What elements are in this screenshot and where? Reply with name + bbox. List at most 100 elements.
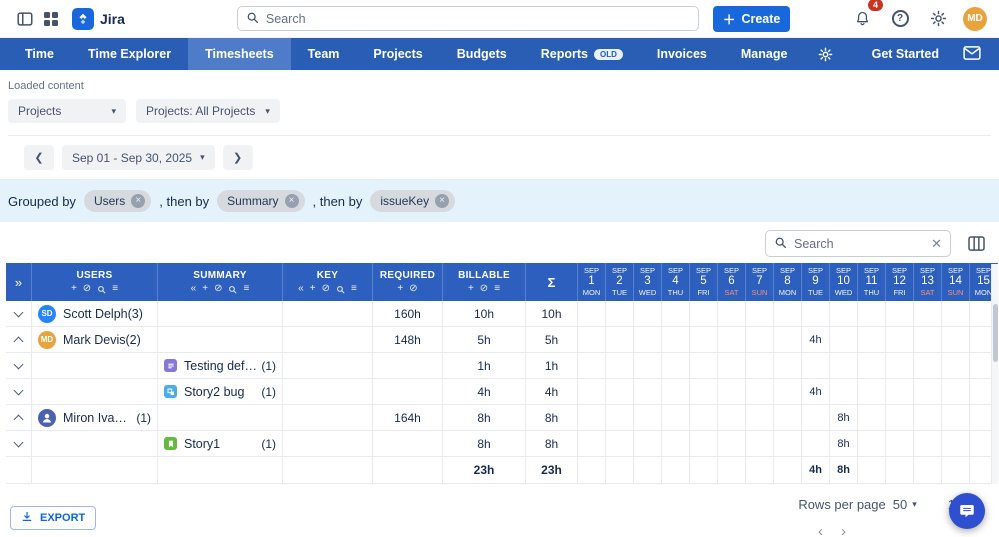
- chip-remove-icon[interactable]: ×: [285, 194, 299, 208]
- day-cell[interactable]: [942, 457, 970, 483]
- day-cell[interactable]: [774, 301, 802, 326]
- day-cell[interactable]: [606, 379, 634, 404]
- day-cell[interactable]: [858, 457, 886, 483]
- notifications-bell-icon[interactable]: 4: [849, 6, 875, 32]
- day-cell[interactable]: [606, 301, 634, 326]
- global-search-input[interactable]: Search: [237, 6, 699, 31]
- plus-icon[interactable]: +: [397, 284, 403, 294]
- day-cell[interactable]: [690, 379, 718, 404]
- day-cell[interactable]: [830, 353, 858, 378]
- day-cell[interactable]: [690, 327, 718, 352]
- plus-icon[interactable]: +: [310, 284, 316, 294]
- sort-icon[interactable]: ≡: [112, 284, 118, 294]
- day-cell[interactable]: [886, 457, 914, 483]
- day-cell[interactable]: [830, 327, 858, 352]
- navbar-gear-icon[interactable]: [804, 38, 847, 70]
- period-range-picker[interactable]: Sep 01 - Sep 30, 2025 ▾: [62, 145, 215, 170]
- day-cell[interactable]: [774, 379, 802, 404]
- search-icon[interactable]: [336, 285, 345, 294]
- nav-item-time[interactable]: Time: [8, 38, 71, 70]
- day-cell[interactable]: [830, 301, 858, 326]
- day-cell[interactable]: [802, 431, 830, 456]
- mail-icon[interactable]: [963, 46, 981, 63]
- day-cell[interactable]: [746, 431, 774, 456]
- day-cell[interactable]: [746, 457, 774, 483]
- day-cell[interactable]: [914, 405, 942, 430]
- previous-page-icon[interactable]: ‹: [818, 523, 823, 537]
- day-cell[interactable]: [634, 431, 662, 456]
- day-cell[interactable]: [914, 301, 942, 326]
- eye-off-icon[interactable]: ⊘: [322, 284, 330, 294]
- day-cell[interactable]: [662, 431, 690, 456]
- nav-item-budgets[interactable]: Budgets: [440, 38, 524, 70]
- day-cell[interactable]: [942, 379, 970, 404]
- day-cell[interactable]: [858, 301, 886, 326]
- sidebar-toggle-icon[interactable]: [12, 6, 38, 32]
- day-cell[interactable]: [634, 379, 662, 404]
- day-cell[interactable]: [942, 327, 970, 352]
- day-cell[interactable]: [662, 405, 690, 430]
- day-cell[interactable]: [886, 431, 914, 456]
- day-cell[interactable]: [830, 379, 858, 404]
- day-cell[interactable]: [606, 405, 634, 430]
- day-cell[interactable]: [802, 353, 830, 378]
- scrollbar-thumb[interactable]: [993, 304, 998, 362]
- group-chip-summary[interactable]: Summary×: [217, 190, 304, 212]
- vertical-scrollbar[interactable]: [991, 264, 998, 484]
- day-cell[interactable]: [774, 405, 802, 430]
- jira-logo-icon[interactable]: [72, 8, 94, 30]
- day-cell[interactable]: [634, 301, 662, 326]
- day-cell[interactable]: [942, 353, 970, 378]
- day-cell[interactable]: 4h: [802, 327, 830, 352]
- column-settings-icon[interactable]: [963, 231, 989, 257]
- day-cell[interactable]: [578, 301, 606, 326]
- day-cell[interactable]: [606, 431, 634, 456]
- day-cell[interactable]: [578, 457, 606, 483]
- next-period-button[interactable]: ❯: [223, 145, 253, 170]
- row-expand-toggle[interactable]: [6, 327, 32, 352]
- expand-all-icon[interactable]: »: [15, 275, 22, 290]
- day-cell[interactable]: [718, 379, 746, 404]
- sort-icon[interactable]: ≡: [494, 284, 500, 294]
- day-cell[interactable]: [914, 353, 942, 378]
- plus-icon[interactable]: +: [202, 284, 208, 294]
- day-cell[interactable]: [606, 457, 634, 483]
- day-cell[interactable]: [802, 301, 830, 326]
- day-cell[interactable]: [662, 379, 690, 404]
- day-cell[interactable]: [886, 353, 914, 378]
- day-cell[interactable]: [690, 353, 718, 378]
- day-cell[interactable]: [746, 405, 774, 430]
- row-expand-toggle[interactable]: [6, 353, 32, 378]
- clear-search-icon[interactable]: ✕: [931, 236, 942, 252]
- day-cell[interactable]: [774, 327, 802, 352]
- day-cell[interactable]: [858, 353, 886, 378]
- day-cell[interactable]: [634, 457, 662, 483]
- sort-icon[interactable]: ≡: [351, 284, 357, 294]
- day-cell[interactable]: 8h: [830, 405, 858, 430]
- day-cell[interactable]: [718, 431, 746, 456]
- day-cell[interactable]: [662, 457, 690, 483]
- day-cell[interactable]: [886, 301, 914, 326]
- expand-all-header[interactable]: »: [6, 263, 32, 301]
- get-started-link[interactable]: Get Started: [872, 47, 939, 61]
- day-cell[interactable]: [606, 353, 634, 378]
- day-cell[interactable]: [634, 405, 662, 430]
- day-cell[interactable]: [578, 431, 606, 456]
- nav-item-projects[interactable]: Projects: [356, 38, 439, 70]
- collapse-icon[interactable]: «: [191, 284, 197, 294]
- sort-icon[interactable]: ≡: [243, 284, 249, 294]
- day-cell[interactable]: [774, 431, 802, 456]
- eye-off-icon[interactable]: ⊘: [480, 284, 488, 294]
- day-cell[interactable]: [578, 327, 606, 352]
- day-cell[interactable]: [886, 327, 914, 352]
- day-cell[interactable]: [914, 431, 942, 456]
- row-expand-toggle[interactable]: [6, 405, 32, 430]
- day-cell[interactable]: [662, 353, 690, 378]
- day-cell[interactable]: [578, 353, 606, 378]
- plus-icon[interactable]: +: [71, 284, 77, 294]
- day-cell[interactable]: [662, 327, 690, 352]
- export-button[interactable]: EXPORT: [10, 506, 96, 530]
- day-cell[interactable]: [606, 327, 634, 352]
- row-expand-toggle[interactable]: [6, 379, 32, 404]
- day-cell[interactable]: [718, 353, 746, 378]
